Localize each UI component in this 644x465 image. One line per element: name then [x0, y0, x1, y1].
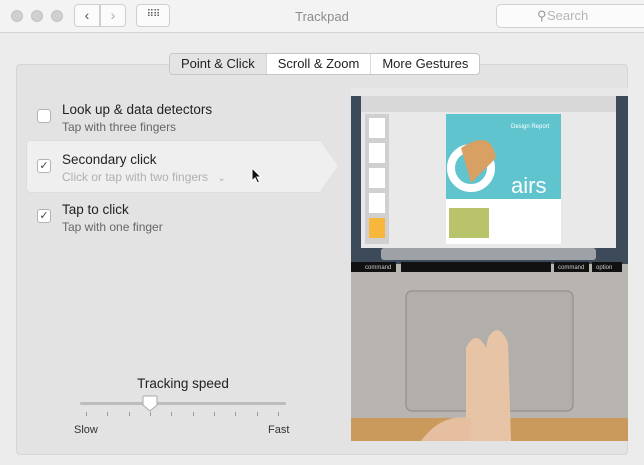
- slider-tick: [278, 412, 279, 416]
- slider-tick: [235, 412, 237, 416]
- slider-tick: [171, 412, 173, 416]
- tab-scroll-zoom[interactable]: Scroll & Zoom: [267, 54, 372, 74]
- tap-to-click-checkbox[interactable]: ✓: [37, 209, 51, 223]
- mouse-cursor-icon: [251, 167, 263, 184]
- svg-text:airs: airs: [511, 173, 546, 198]
- option-label: Secondary click: [62, 152, 157, 167]
- svg-text:option: option: [596, 265, 612, 271]
- option-sub: Tap with three fingers: [62, 120, 177, 134]
- fast-label: Fast: [268, 424, 290, 436]
- option-sub: Tap with one finger: [62, 220, 163, 234]
- chevron-down-icon: ⌄: [217, 173, 226, 184]
- gesture-preview-image: airs Design Report command command optio…: [351, 88, 628, 441]
- secondary-click-dropdown[interactable]: Click or tap with two fingers ⌄: [62, 170, 226, 184]
- search-placeholder: Search: [547, 8, 589, 23]
- slow-label: Slow: [74, 424, 98, 436]
- svg-text:command: command: [558, 265, 584, 271]
- slider-tick: [256, 412, 258, 416]
- tracking-speed-slider[interactable]: [80, 402, 286, 405]
- lookup-checkbox[interactable]: [37, 109, 51, 123]
- search-input[interactable]: ⚲ Search: [496, 4, 644, 28]
- slider-tick: [128, 412, 130, 416]
- check-icon: ✓: [39, 160, 49, 172]
- tab-bar: Point & Click Scroll & Zoom More Gesture…: [169, 53, 481, 75]
- slider-tick: [192, 412, 194, 416]
- option-label: Tap to click: [62, 202, 129, 217]
- svg-text:command: command: [365, 265, 391, 271]
- doc-title: Design Report: [511, 124, 550, 130]
- check-icon: ✓: [39, 210, 49, 222]
- slider-tick: [107, 412, 109, 416]
- slider-tick: [86, 412, 87, 416]
- selected-option-pointer: [320, 141, 338, 191]
- tab-more-gestures[interactable]: More Gestures: [371, 54, 479, 74]
- title-bar: ‹ › ⠿⠿ Trackpad ⚲ Search: [0, 0, 644, 33]
- tab-point-click[interactable]: Point & Click: [170, 54, 267, 74]
- secondary-click-checkbox[interactable]: ✓: [37, 159, 51, 173]
- slider-thumb[interactable]: [142, 395, 158, 412]
- option-label: Look up & data detectors: [62, 102, 213, 117]
- slider-tick: [150, 412, 151, 416]
- tracking-speed-label: Tracking speed: [137, 376, 229, 391]
- search-icon: ⚲: [537, 8, 547, 23]
- slider-tick: [214, 412, 215, 416]
